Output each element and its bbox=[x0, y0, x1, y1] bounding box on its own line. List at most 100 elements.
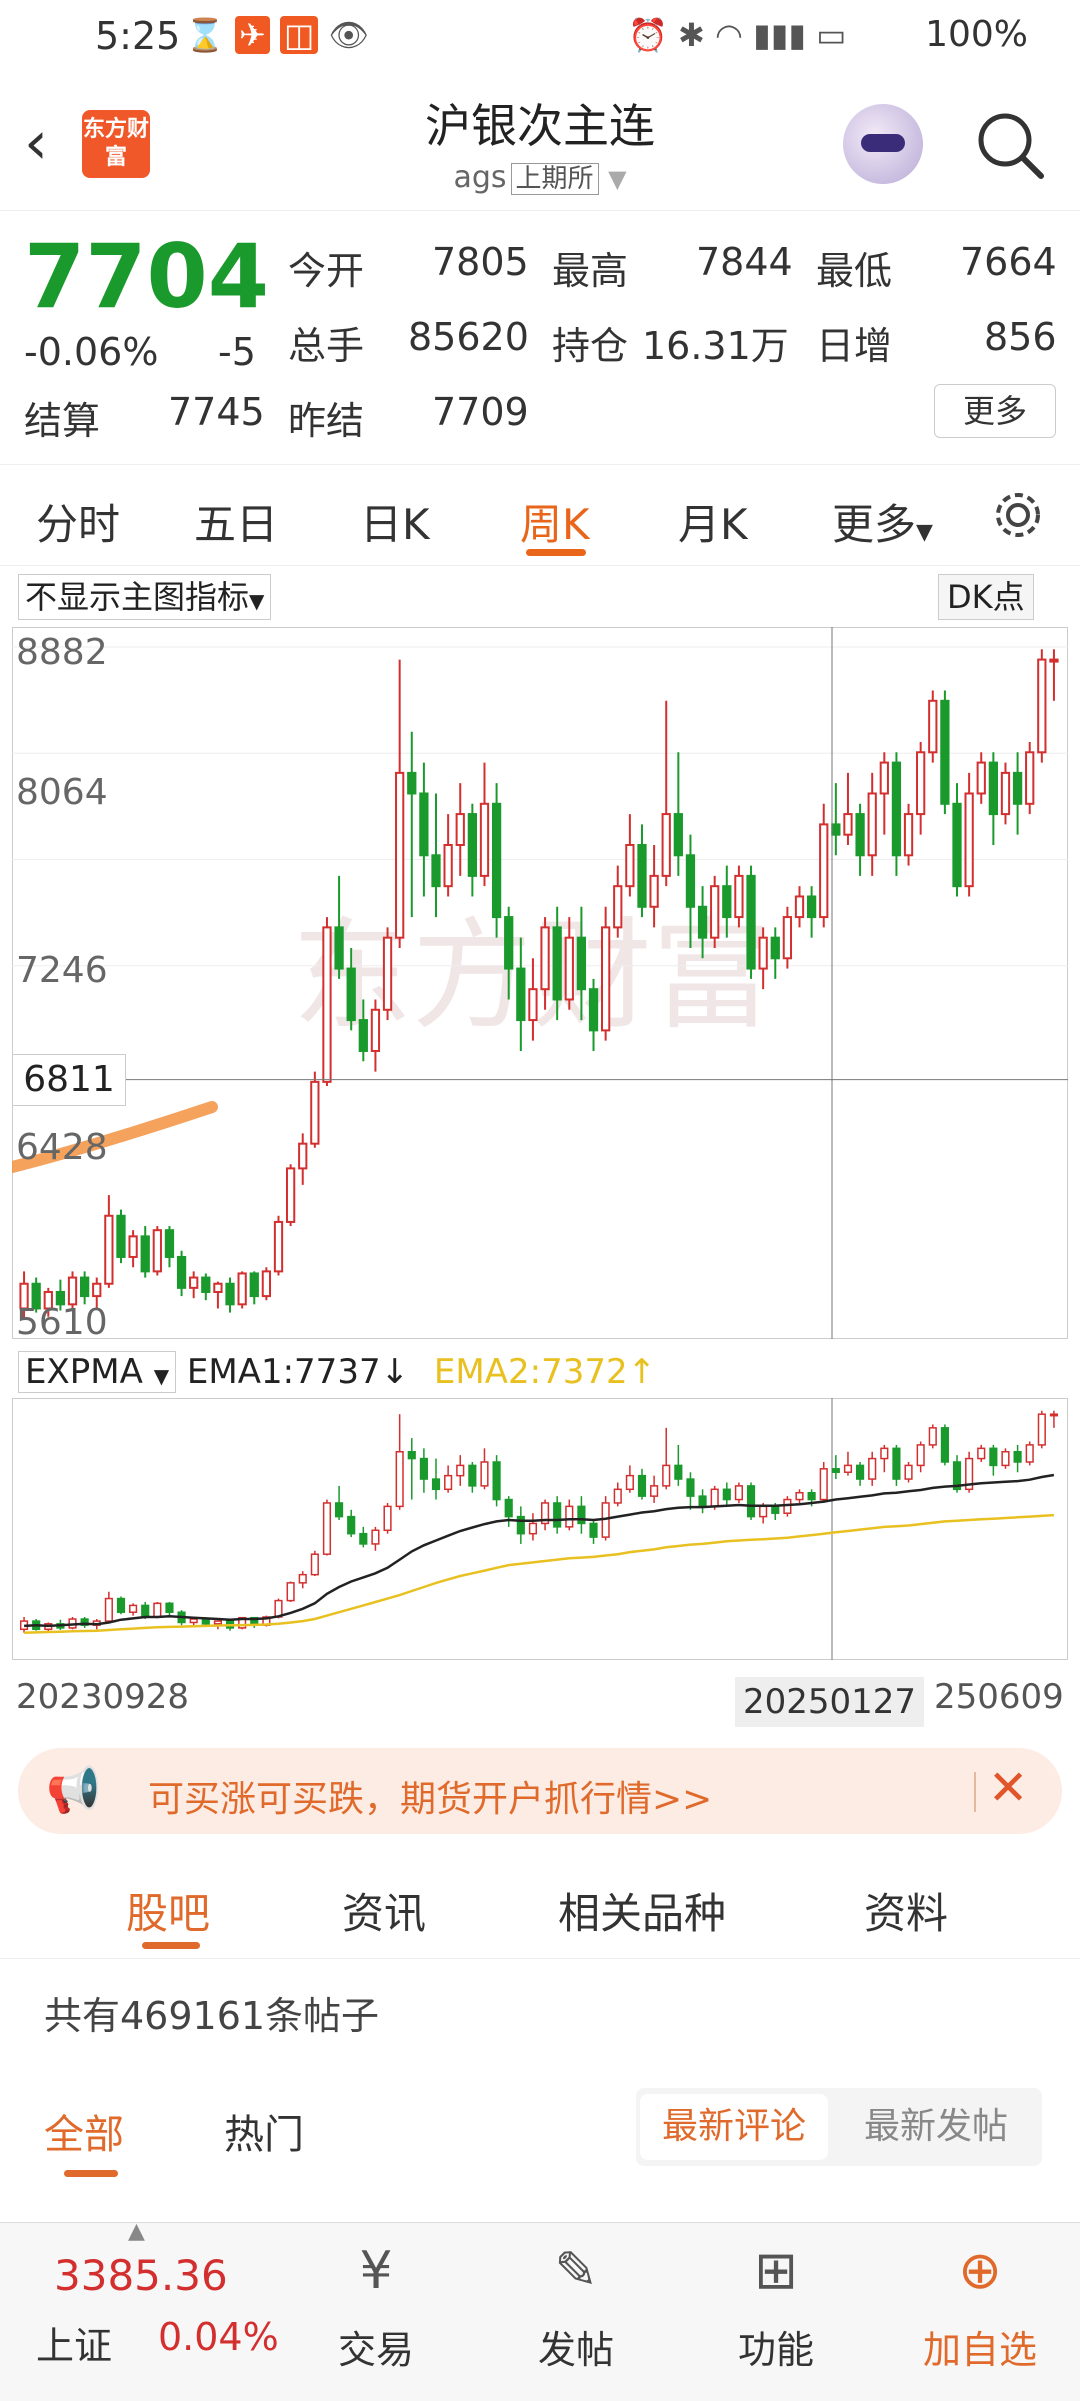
candle bbox=[964, 792, 974, 888]
high-value: 7844 bbox=[696, 240, 793, 284]
candle bbox=[952, 802, 962, 888]
sub-candle bbox=[928, 1427, 937, 1446]
candle bbox=[1025, 751, 1035, 805]
candle bbox=[164, 1229, 175, 1258]
more-quote-button[interactable]: 更多 bbox=[934, 384, 1056, 438]
add-circle-icon: ⊕ bbox=[958, 2241, 1002, 2301]
sub-candle bbox=[528, 1522, 538, 1535]
nav-post[interactable]: 发帖 bbox=[506, 2319, 646, 2374]
candle bbox=[443, 843, 453, 888]
dk-point-button[interactable]: DK点 bbox=[938, 574, 1034, 620]
search-icon[interactable] bbox=[975, 110, 1047, 182]
candle bbox=[370, 1008, 381, 1052]
sub-candle bbox=[504, 1498, 513, 1518]
sub-candle bbox=[444, 1474, 453, 1491]
tab-news[interactable]: 资讯 bbox=[342, 1880, 426, 1941]
sub-candle bbox=[492, 1461, 501, 1501]
sub-candle bbox=[1025, 1444, 1034, 1463]
assistant-avatar[interactable] bbox=[843, 104, 923, 184]
candle bbox=[201, 1276, 211, 1293]
sub-candle bbox=[565, 1505, 574, 1528]
tab-intraday[interactable]: 分时 bbox=[36, 491, 120, 552]
sub-candle bbox=[795, 1491, 804, 1501]
sub-candle bbox=[456, 1464, 465, 1477]
sub-candle bbox=[650, 1485, 659, 1497]
promo-banner[interactable]: 📢 可买涨可买跌，期货开户抓行情>> ✕ bbox=[18, 1748, 1062, 1834]
expma-chart[interactable] bbox=[12, 1398, 1068, 1660]
tab-profile[interactable]: 资料 bbox=[864, 1880, 948, 1941]
sub-candle bbox=[637, 1474, 647, 1497]
sub-candle bbox=[468, 1464, 477, 1487]
close-icon[interactable]: ✕ bbox=[988, 1760, 1028, 1816]
candle bbox=[637, 843, 647, 908]
candle bbox=[673, 813, 683, 857]
sub-indicator-select[interactable]: EXPMA ▼ bbox=[18, 1351, 177, 1393]
system-icons: ⏰ ✱ ◠ ▮▮▮ ▭ bbox=[628, 16, 847, 54]
candle bbox=[770, 936, 780, 960]
settings-gear-icon[interactable] bbox=[990, 487, 1046, 543]
candle bbox=[140, 1235, 150, 1273]
date-crosshair: 20250127 bbox=[735, 1677, 925, 1727]
index-change: 0.04% bbox=[158, 2315, 279, 2359]
main-indicator-select[interactable]: 不显示主图指标▼ bbox=[18, 574, 272, 620]
low-value: 7664 bbox=[960, 240, 1057, 284]
index-value[interactable]: 3385.36 bbox=[54, 2251, 228, 2300]
sort-latest-comment[interactable]: 最新评论 bbox=[640, 2094, 829, 2160]
candle bbox=[806, 895, 817, 919]
header: ‹ 东方财富 沪银次主连 ags 上期所 ▼ bbox=[0, 80, 1080, 211]
tab-daily-k[interactable]: 日K bbox=[360, 491, 430, 552]
sub-candle bbox=[347, 1515, 356, 1535]
nav-functions[interactable]: 功能 bbox=[706, 2319, 846, 2374]
tab-weekly-k[interactable]: 周K bbox=[520, 491, 590, 552]
candle bbox=[80, 1276, 90, 1298]
candle bbox=[358, 1019, 368, 1052]
nav-trade[interactable]: 交易 bbox=[306, 2319, 446, 2374]
settle-label: 结算 bbox=[24, 399, 101, 443]
candle bbox=[479, 802, 490, 877]
candle bbox=[528, 988, 538, 1022]
candle bbox=[540, 926, 550, 991]
candle bbox=[152, 1229, 162, 1273]
tab-five-day[interactable]: 五日 bbox=[194, 491, 278, 552]
candle bbox=[819, 823, 829, 919]
low-label: 最低 bbox=[816, 249, 893, 293]
sub-candle bbox=[904, 1464, 913, 1480]
nav-add-watchlist[interactable]: 加自选 bbox=[910, 2319, 1050, 2374]
candle bbox=[310, 1080, 320, 1145]
candle bbox=[213, 1282, 223, 1293]
sub-candle bbox=[577, 1505, 586, 1525]
subtab-hot[interactable]: 热门 bbox=[224, 2102, 304, 2160]
candle bbox=[831, 823, 841, 836]
contract-selector[interactable]: ags 上期所 ▼ bbox=[0, 158, 1080, 195]
change-pct: -0.06% bbox=[24, 330, 159, 374]
tab-guba[interactable]: 股吧 bbox=[126, 1880, 210, 1941]
sub-candle bbox=[868, 1457, 877, 1480]
chevron-down-icon: ▼ bbox=[608, 165, 627, 193]
candle bbox=[322, 926, 332, 1083]
tab-related[interactable]: 相关品种 bbox=[558, 1880, 726, 1941]
candle bbox=[92, 1282, 102, 1298]
sub-candle bbox=[310, 1553, 319, 1576]
contract-code: ags bbox=[453, 160, 507, 195]
sort-latest-post[interactable]: 最新发帖 bbox=[842, 2094, 1030, 2160]
battery-text: 100% bbox=[925, 14, 1028, 55]
candle bbox=[237, 1272, 247, 1306]
candle bbox=[491, 802, 502, 919]
tab-more[interactable]: 更多▼ bbox=[832, 491, 933, 552]
change-value: -5 bbox=[218, 330, 256, 374]
open-label: 今开 bbox=[288, 249, 365, 293]
sub-candle bbox=[1013, 1450, 1022, 1463]
expand-up-icon[interactable]: ▲ bbox=[128, 2219, 145, 2244]
subtab-all[interactable]: 全部 bbox=[44, 2102, 124, 2160]
candle bbox=[734, 874, 744, 919]
candle bbox=[867, 792, 877, 857]
notification-icons: ⌛ ✈ ◫ 👁 bbox=[185, 16, 370, 54]
kline-chart[interactable]: 东方财富 bbox=[12, 627, 1068, 1339]
candle bbox=[346, 967, 356, 1022]
candle bbox=[722, 885, 732, 919]
sub-candle bbox=[322, 1502, 332, 1555]
settle-value: 7745 bbox=[168, 390, 265, 434]
sub-candle bbox=[298, 1573, 307, 1584]
dropdown-icon: ▼ bbox=[916, 520, 933, 545]
tab-monthly-k[interactable]: 月K bbox=[678, 491, 748, 552]
